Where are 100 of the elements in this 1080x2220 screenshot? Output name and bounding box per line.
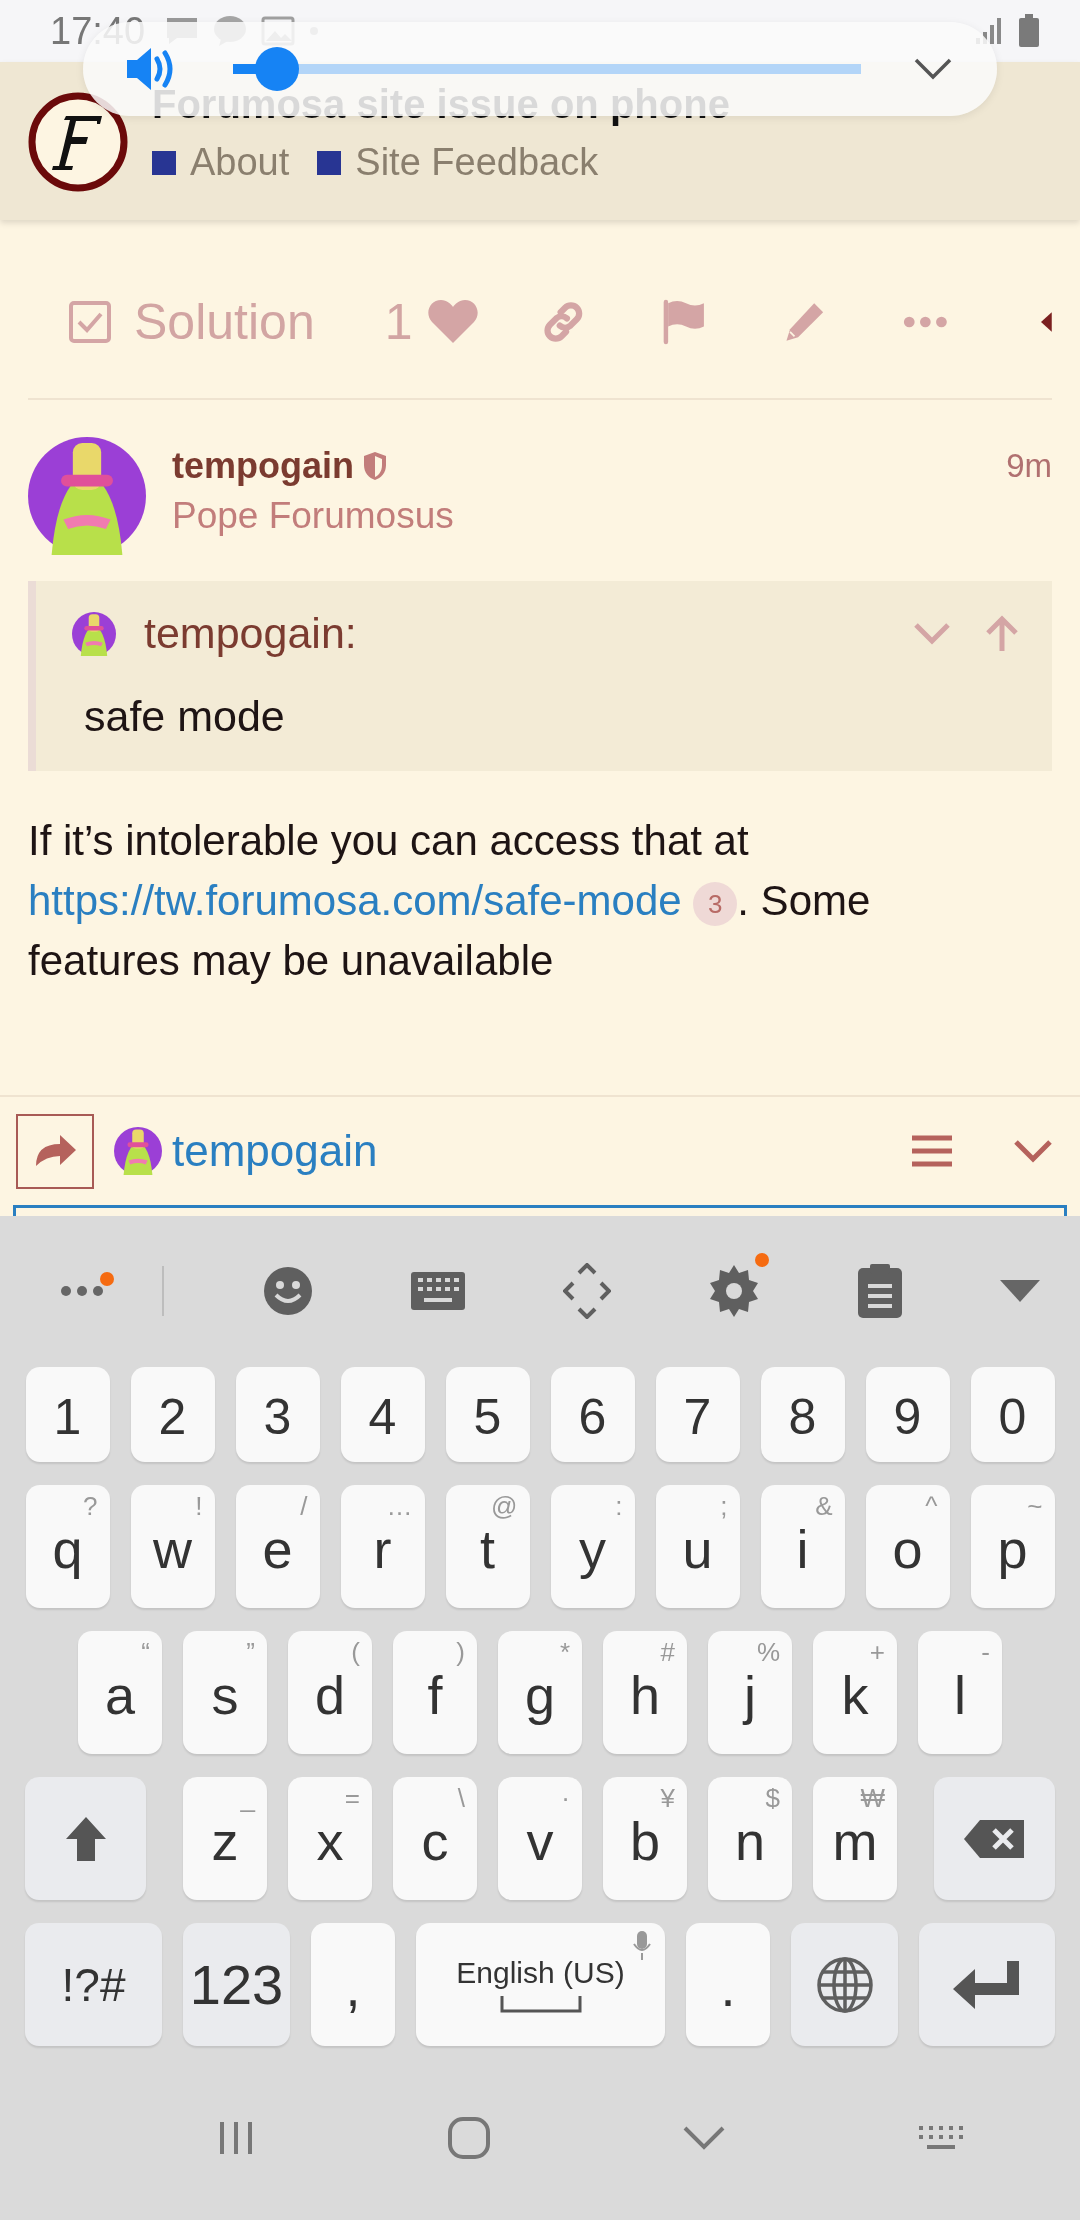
- keyboard-key[interactable]: 8: [760, 1367, 845, 1462]
- keyboard-icon[interactable]: [916, 2125, 965, 2151]
- key-hint: ): [456, 1637, 465, 1668]
- username[interactable]: tempogain: [172, 445, 354, 487]
- keyboard-key[interactable]: ,: [311, 1923, 395, 2046]
- key-hint: ”: [246, 1637, 255, 1668]
- post-time[interactable]: 9m: [1006, 437, 1052, 485]
- enter-icon: [953, 1960, 1021, 2009]
- backspace-icon: [963, 1819, 1026, 1858]
- settings-icon[interactable]: [709, 1265, 760, 1317]
- keyboard-key[interactable]: z _: [183, 1777, 267, 1900]
- reply-button[interactable]: [16, 1113, 94, 1189]
- keyboard-key[interactable]: e /: [235, 1485, 320, 1608]
- key-hint: ;: [720, 1491, 728, 1522]
- keyboard-key[interactable]: s ”: [183, 1631, 267, 1754]
- clipboard-icon[interactable]: [857, 1264, 902, 1318]
- key-hint: ₩: [860, 1783, 885, 1814]
- keyboard-key[interactable]: 5: [445, 1367, 530, 1462]
- keyboard-key[interactable]: 9: [865, 1367, 950, 1462]
- key-hint: $: [765, 1783, 780, 1814]
- triangle-down-icon[interactable]: [999, 1280, 1040, 1302]
- shift-key[interactable]: [25, 1777, 146, 1900]
- key-hint: “: [141, 1637, 150, 1668]
- keyboard-key[interactable]: f ): [393, 1631, 477, 1754]
- user-avatar: [114, 1127, 162, 1175]
- key-hint: #: [660, 1637, 675, 1668]
- heart-icon: [426, 299, 479, 345]
- key-hint: -: [981, 1637, 990, 1668]
- keyboard-key[interactable]: c \: [393, 1777, 477, 1900]
- keyboard-key[interactable]: d (: [288, 1631, 372, 1754]
- keyboard-key[interactable]: a “: [78, 1631, 162, 1754]
- keyboard-key[interactable]: r …: [340, 1485, 425, 1608]
- chevron-down-icon[interactable]: [913, 57, 953, 81]
- space-bar[interactable]: English (US): [416, 1923, 665, 2046]
- keyboard-key[interactable]: 7: [655, 1367, 740, 1462]
- key-hint: …: [386, 1491, 413, 1522]
- keyboard-key[interactable]: .: [686, 1923, 770, 2046]
- key-hint: !: [195, 1491, 203, 1522]
- cursor-move-icon[interactable]: [563, 1263, 612, 1319]
- key-hint: /: [300, 1491, 308, 1522]
- keyboard-key[interactable]: t @: [445, 1485, 530, 1608]
- key-hint: :: [615, 1491, 623, 1522]
- globe-key[interactable]: [791, 1923, 898, 2046]
- emoji-icon[interactable]: [262, 1266, 313, 1316]
- keyboard-icon[interactable]: [410, 1272, 465, 1310]
- keyboard-key[interactable]: y :: [550, 1485, 635, 1608]
- keyboard-key[interactable]: m ₩: [813, 1777, 897, 1900]
- user-title: Pope Forumosus: [172, 495, 455, 537]
- microphone-icon: [633, 1931, 651, 1961]
- menu-icon[interactable]: [912, 1135, 952, 1167]
- battery-icon: [1018, 14, 1040, 48]
- home-icon[interactable]: [446, 2116, 491, 2160]
- keyboard-key[interactable]: i &: [760, 1485, 845, 1608]
- key-hint: @: [491, 1491, 518, 1522]
- backspace-key[interactable]: [934, 1777, 1055, 1900]
- link[interactable]: https://tw.forumosa.com/safe-mode: [28, 877, 682, 924]
- key-hint: &: [815, 1491, 833, 1522]
- keyboard-key[interactable]: h #: [603, 1631, 687, 1754]
- more-icon[interactable]: [60, 1284, 104, 1298]
- keyboard-key[interactable]: !?#: [25, 1923, 162, 2046]
- keyboard-key[interactable]: w !: [130, 1485, 215, 1608]
- keyboard-key[interactable]: 123: [183, 1923, 290, 2046]
- keyboard-key[interactable]: q ?: [25, 1485, 110, 1608]
- key-hint: ?: [83, 1491, 98, 1522]
- keyboard-key[interactable]: 4: [340, 1367, 425, 1462]
- key-hint: ^: [925, 1491, 938, 1522]
- keyboard-key[interactable]: o ^: [865, 1485, 950, 1608]
- caret-icon[interactable]: [1041, 311, 1052, 333]
- key-hint: =: [344, 1783, 360, 1814]
- key-hint: _: [240, 1783, 255, 1814]
- keyboard-key[interactable]: p ~: [970, 1485, 1055, 1608]
- shift-icon: [65, 1816, 106, 1861]
- keyboard-key[interactable]: n $: [708, 1777, 792, 1900]
- site-logo[interactable]: [28, 92, 128, 192]
- keyboard-key[interactable]: k +: [813, 1631, 897, 1754]
- keyboard-key[interactable]: g *: [498, 1631, 582, 1754]
- keyboard-key[interactable]: 6: [550, 1367, 635, 1462]
- key-hint: ~: [1027, 1491, 1043, 1522]
- key-hint: (: [351, 1637, 360, 1668]
- keyboard-key[interactable]: 1: [25, 1367, 110, 1462]
- keyboard-key[interactable]: b ¥: [603, 1777, 687, 1900]
- keyboard-key[interactable]: 2: [130, 1367, 215, 1462]
- key-hint: +: [869, 1637, 885, 1668]
- checkbox-icon: [68, 300, 112, 344]
- chevron-down-icon[interactable]: [1012, 1138, 1054, 1164]
- user-avatar: [72, 611, 116, 656]
- globe-icon: [815, 1955, 874, 2014]
- keyboard-key[interactable]: l -: [918, 1631, 1002, 1754]
- chevron-down-icon[interactable]: [681, 2125, 726, 2151]
- keyboard-key[interactable]: 0: [970, 1367, 1055, 1462]
- keyboard-key[interactable]: u ;: [655, 1485, 740, 1608]
- quote-text: safe mode: [84, 692, 286, 741]
- enter-key[interactable]: [919, 1923, 1055, 2046]
- reply-to-user[interactable]: tempogain: [114, 1126, 378, 1176]
- quote-author: tempogain:: [144, 609, 358, 658]
- keyboard-key[interactable]: 3: [235, 1367, 320, 1462]
- keyboard-key[interactable]: x =: [288, 1777, 372, 1900]
- keyboard-key[interactable]: j %: [708, 1631, 792, 1754]
- keyboard-key[interactable]: v ·: [498, 1777, 582, 1900]
- key-hint: \: [457, 1783, 465, 1814]
